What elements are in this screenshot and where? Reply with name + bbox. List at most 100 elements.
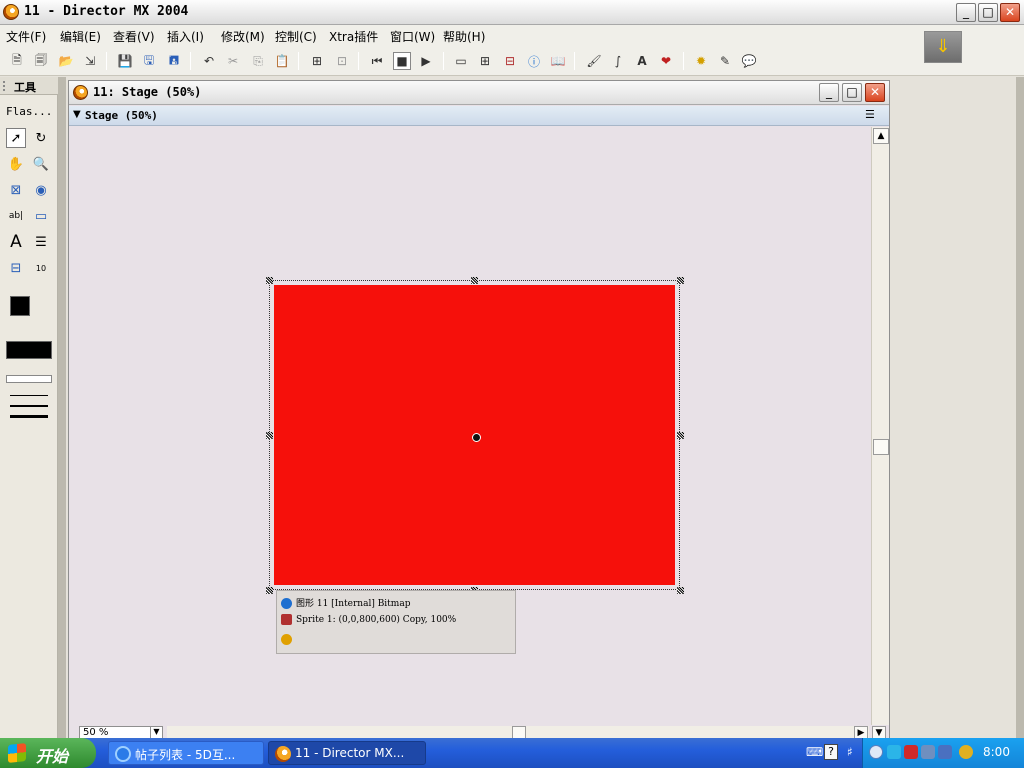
find-icon[interactable]: ⊞ [308,52,326,70]
publish-icon[interactable]: 🖪 [165,52,183,70]
score-window-icon[interactable]: ⊟ [501,52,519,70]
cast-window-icon[interactable]: ⊞ [476,52,494,70]
cut-icon[interactable]: ✂ [224,52,242,70]
menu-modify[interactable]: 修改(M) [221,28,265,45]
line-2px-option[interactable] [10,405,48,407]
field-tool-icon[interactable]: ab| [6,206,26,226]
taskbar-item-browser[interactable]: 帖子列表 - 5D互... [108,741,264,765]
copy-icon[interactable]: ⎘ [249,52,267,70]
undo-icon[interactable]: ↶ [200,52,218,70]
rewind-icon[interactable]: ⏮ [368,52,386,70]
tray-network-icon[interactable] [921,745,935,759]
vector-shape-icon[interactable]: ∫ [609,52,627,70]
play-icon[interactable]: ▶ [417,52,435,70]
grid-tool-icon[interactable]: ⊟ [6,258,26,278]
tools-panel-header[interactable]: 工具 [0,77,58,95]
ime-icon[interactable]: ♯ [847,745,853,759]
toolbar-dropdown-icon[interactable]: ⇓ [924,31,962,63]
collapse-arrow-icon[interactable]: ▼ [73,109,81,120]
overlay-cast-row[interactable]: 图形 11 [Internal] Bitmap [281,596,410,609]
zoom-tool-icon[interactable]: 🔍 [31,154,51,174]
number-tool-icon[interactable]: 10 [31,258,51,278]
close-button[interactable]: ✕ [1000,3,1020,22]
button-tool-icon[interactable]: ▭ [31,206,51,226]
scroll-up-icon[interactable]: ▲ [873,128,889,144]
radio-tool-icon[interactable]: ◉ [31,180,51,200]
new-movie-icon[interactable]: 🗎 [8,52,26,70]
tray-monitor-icon[interactable] [938,745,952,759]
paste-icon[interactable]: 📋 [273,52,291,70]
resize-handle[interactable] [266,587,273,594]
shockwave-3d-icon[interactable]: ❤ [657,52,675,70]
hand-tool-icon[interactable]: ✋ [6,154,26,174]
taskbar-item-director[interactable]: 11 - Director MX... [268,741,426,765]
vertical-scroll-thumb[interactable] [873,439,889,455]
open-folder-icon[interactable]: 📂 [57,52,75,70]
text-tool-icon[interactable]: A [6,232,26,252]
menu-insert[interactable]: 插入(I) [167,28,204,45]
stage-close-button[interactable]: ✕ [865,83,885,102]
tray-globe-icon[interactable] [887,745,901,759]
menu-edit[interactable]: 编辑(E) [60,28,101,45]
stage-maximize-button[interactable]: □ [842,83,862,102]
menu-file[interactable]: 文件(F) [6,28,46,45]
stage-window-title-bar[interactable]: 11: Stage (50%) _ □ ✕ [69,81,889,105]
tray-collapse-icon[interactable] [869,745,883,759]
stage-panel-title: Stage (50%) [85,109,158,122]
line-1px-option[interactable] [10,395,48,396]
clock[interactable]: 8:00 [983,745,1010,759]
menu-window[interactable]: 窗口(W) [390,28,435,45]
maximize-button[interactable]: □ [978,3,998,22]
overlay-sprite-row[interactable]: Sprite 1: (0,0,800,600) Copy, 100% [281,614,456,625]
stage-canvas[interactable]: 图形 11 [Internal] Bitmap Sprite 1: (0,0,8… [70,127,871,725]
message-icon[interactable]: 💬 [740,52,758,70]
save-icon[interactable]: 💾 [116,52,134,70]
resize-handle[interactable] [677,432,684,439]
resize-handle[interactable] [266,277,273,284]
line-none-option[interactable] [6,375,52,383]
library-icon[interactable]: 📖 [549,52,567,70]
left-panel-splitter[interactable] [58,77,66,738]
text-tool-icon[interactable]: A [633,52,651,70]
resize-handle[interactable] [677,587,684,594]
panel-options-icon[interactable]: ☰ [865,108,875,121]
new-cast-icon[interactable]: 🗐 [32,52,50,70]
start-button[interactable]: 开始 [0,738,96,768]
arrow-tool-icon[interactable]: ➚ [6,128,26,148]
list-tool-icon[interactable]: ☰ [31,232,51,252]
resize-handle[interactable] [266,432,273,439]
import-icon[interactable]: ⇲ [81,52,99,70]
foreground-color-swatch[interactable] [10,296,30,316]
tray-security-icon[interactable] [959,745,973,759]
menu-view[interactable]: 查看(V) [113,28,155,45]
paint-brush-icon[interactable]: 🖌 [585,52,603,70]
menu-help[interactable]: 帮助(H) [443,28,485,45]
stop-icon[interactable]: ■ [393,52,411,70]
right-panel-splitter[interactable] [1016,77,1024,738]
resize-handle[interactable] [471,277,478,284]
replace-icon[interactable]: ⊡ [333,52,351,70]
pattern-swatch[interactable] [6,341,52,359]
overlay-sprite-text: Sprite 1: (0,0,800,600) Copy, 100% [296,615,457,625]
minimize-button[interactable]: _ [956,3,976,22]
script-icon[interactable]: ✎ [716,52,734,70]
menu-control[interactable]: 控制(C) [275,28,317,45]
overlay-behavior-row[interactable] [281,634,296,645]
line-3px-option[interactable] [10,415,48,418]
save-all-icon[interactable]: 🖫 [140,52,158,70]
vertical-scrollbar[interactable]: ▲ [871,127,889,725]
stage-panel-header[interactable]: ▼ Stage (50%) ☰ [69,106,889,126]
tray-antivirus-icon[interactable] [904,745,918,759]
property-inspector-icon[interactable]: ⓘ [525,52,543,70]
stage-minimize-button[interactable]: _ [819,83,839,102]
grip-icon[interactable] [3,81,7,91]
stage-window-icon[interactable]: ▭ [452,52,470,70]
keyboard-icon[interactable]: ⌨ [806,745,823,759]
placeholder-tool-icon[interactable]: ⊠ [6,180,26,200]
help-icon[interactable]: ? [824,744,838,760]
menu-xtras[interactable]: Xtra插件 [329,28,378,45]
rotate-tool-icon[interactable]: ↻ [31,128,51,148]
resize-handle[interactable] [677,277,684,284]
tool-mode-select[interactable]: Flas... [6,105,52,118]
behavior-icon[interactable]: ✹ [692,52,710,70]
